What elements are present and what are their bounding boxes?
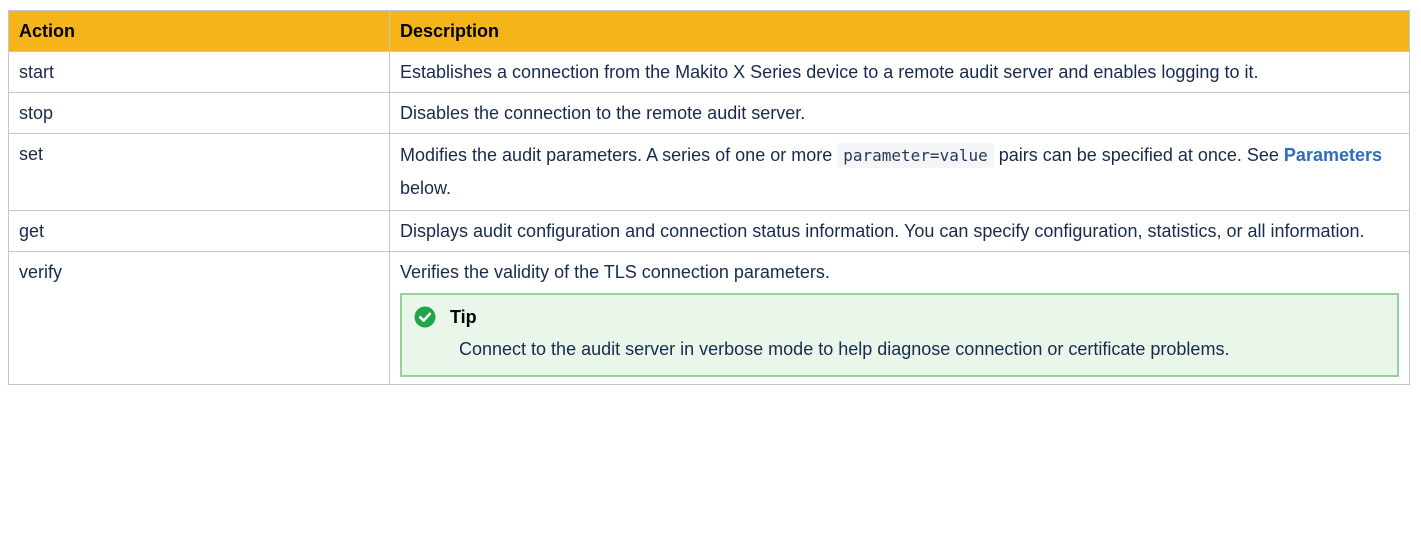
table-header-row: Action Description	[8, 10, 1410, 52]
parameters-link[interactable]: Parameters	[1284, 145, 1382, 165]
check-circle-icon	[414, 306, 436, 328]
header-action: Action	[8, 10, 390, 52]
inline-code: parameter=value	[837, 143, 994, 168]
description-cell: Disables the connection to the remote au…	[389, 92, 1410, 134]
table-row: verify Verifies the validity of the TLS …	[8, 251, 1410, 385]
action-cell: set	[8, 133, 390, 211]
table-row: set Modifies the audit parameters. A ser…	[8, 133, 1410, 211]
description-cell: Modifies the audit parameters. A series …	[389, 133, 1410, 211]
header-description: Description	[389, 10, 1410, 52]
action-cell: stop	[8, 92, 390, 134]
action-cell: start	[8, 51, 390, 93]
description-text: Modifies the audit parameters. A series …	[400, 145, 838, 165]
description-cell: Displays audit configuration and connect…	[389, 210, 1410, 252]
action-cell: verify	[8, 251, 390, 385]
description-text: Verifies the validity of the TLS connect…	[400, 262, 830, 282]
tip-title: Tip	[450, 307, 477, 327]
description-text: below.	[400, 178, 452, 198]
actions-table: Action Description start Establishes a c…	[8, 10, 1410, 385]
table-row: stop Disables the connection to the remo…	[8, 92, 1410, 134]
table-row: start Establishes a connection from the …	[8, 51, 1410, 93]
description-cell: Establishes a connection from the Makito…	[389, 51, 1410, 93]
table-row: get Displays audit configuration and con…	[8, 210, 1410, 252]
tip-header: Tip	[414, 306, 1381, 328]
action-cell: get	[8, 210, 390, 252]
description-cell: Verifies the validity of the TLS connect…	[389, 251, 1410, 385]
description-text: pairs can be specified at once. See	[993, 145, 1284, 165]
tip-body: Connect to the audit server in verbose m…	[459, 339, 1230, 359]
tip-panel: Tip Connect to the audit server in verbo…	[400, 293, 1399, 377]
